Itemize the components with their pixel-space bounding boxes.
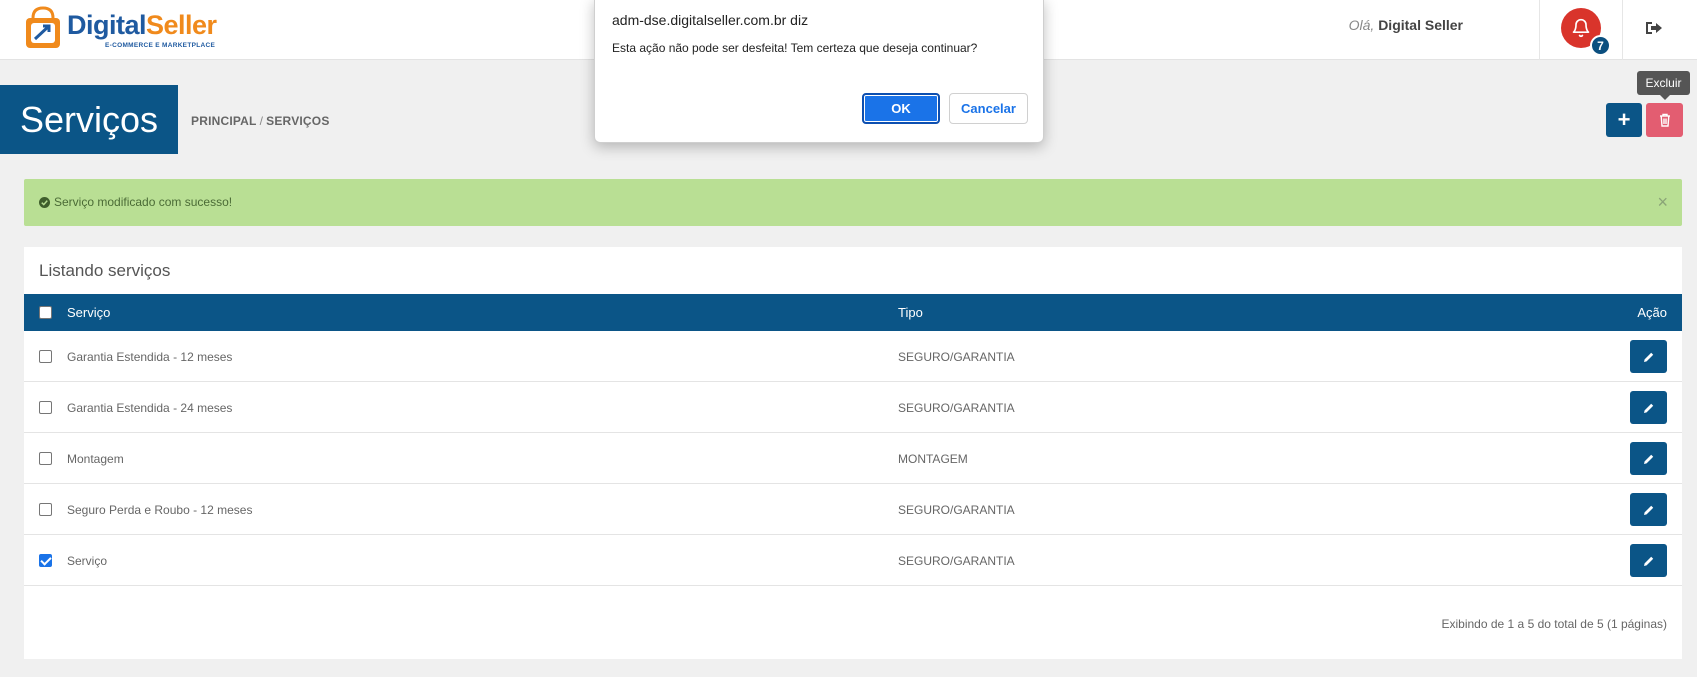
service-name: Serviço (67, 554, 108, 568)
row-checkbox[interactable] (39, 554, 52, 567)
header-divider (1539, 0, 1540, 60)
header-divider (1622, 0, 1623, 60)
dialog-cancel-button[interactable]: Cancelar (949, 93, 1028, 124)
table-row: Serviço SEGURO/GARANTIA (24, 535, 1682, 586)
service-name: Garantia Estendida - 24 meses (67, 401, 233, 415)
user-greeting: Olá, Digital Seller (1348, 17, 1463, 33)
logo-text: DigitalSeller (67, 10, 217, 40)
services-panel: Listando serviços Serviço Tipo Ação Gara… (24, 247, 1682, 659)
service-name: Seguro Perda e Roubo - 12 meses (67, 503, 253, 517)
add-service-button[interactable]: + (1606, 103, 1642, 137)
row-checkbox[interactable] (39, 452, 52, 465)
page-title: Serviços (0, 85, 178, 154)
row-checkbox[interactable] (39, 350, 52, 363)
pagination-info: Exibindo de 1 a 5 do total de 5 (1 págin… (1441, 617, 1668, 631)
breadcrumb: PRINCIPAL / SERVIÇOS (191, 114, 330, 128)
check-circle-icon (39, 196, 50, 208)
service-type: MONTAGEM (898, 452, 968, 466)
dialog-message: Esta ação não pode ser desfeita! Tem cer… (612, 41, 978, 55)
edit-button[interactable] (1630, 391, 1667, 424)
notification-count-badge: 7 (1590, 35, 1611, 56)
service-type: SEGURO/GARANTIA (898, 503, 1015, 517)
pencil-icon (1643, 556, 1653, 566)
pencil-icon (1643, 505, 1653, 515)
logout-icon (1646, 22, 1662, 34)
service-type: SEGURO/GARANTIA (898, 401, 1015, 415)
select-all-checkbox[interactable] (39, 306, 52, 319)
success-alert: Serviço modificado com sucesso! × (24, 179, 1682, 226)
pencil-icon (1643, 454, 1653, 464)
column-header-action: Ação (1637, 305, 1667, 320)
plus-icon: + (1617, 107, 1631, 132)
breadcrumb-current: SERVIÇOS (266, 114, 330, 128)
pencil-icon (1643, 403, 1653, 413)
breadcrumb-home[interactable]: PRINCIPAL (191, 114, 257, 128)
trash-icon (1659, 113, 1670, 127)
table-row: Garantia Estendida - 24 meses SEGURO/GAR… (24, 382, 1682, 433)
edit-button[interactable] (1630, 493, 1667, 526)
logout-button[interactable] (1643, 17, 1665, 39)
table-header: Serviço Tipo Ação (24, 294, 1682, 331)
panel-title: Listando serviços (39, 261, 171, 280)
table-row: Seguro Perda e Roubo - 12 meses SEGURO/G… (24, 484, 1682, 535)
delete-button[interactable] (1646, 103, 1683, 137)
dialog-ok-button[interactable]: OK (862, 93, 940, 124)
user-name: Digital Seller (1378, 17, 1463, 33)
bell-icon (1572, 18, 1590, 38)
dialog-title: adm-dse.digitalseller.com.br diz (612, 12, 809, 28)
service-name: Garantia Estendida - 12 meses (67, 350, 233, 364)
row-checkbox[interactable] (39, 401, 52, 414)
service-type: SEGURO/GARANTIA (898, 350, 1015, 364)
logo-bag-icon (26, 6, 60, 48)
edit-button[interactable] (1630, 442, 1667, 475)
logo-tagline: E-COMMERCE E MARKETPLACE (105, 42, 216, 49)
service-name: Montagem (67, 452, 124, 466)
column-header-service: Serviço (67, 305, 111, 320)
edit-button[interactable] (1630, 340, 1667, 373)
delete-tooltip: Excluir (1637, 71, 1690, 100)
confirm-dialog: adm-dse.digitalseller.com.br diz Esta aç… (594, 0, 1044, 143)
column-header-type: Tipo (898, 305, 923, 320)
logo[interactable]: DigitalSeller E-COMMERCE E MARKETPLACE (23, 6, 217, 52)
service-type: SEGURO/GARANTIA (898, 554, 1015, 568)
alert-close-button[interactable]: × (1657, 192, 1668, 213)
edit-button[interactable] (1630, 544, 1667, 577)
table-row: Montagem MONTAGEM (24, 433, 1682, 484)
pencil-icon (1643, 352, 1653, 362)
table-row: Garantia Estendida - 12 meses SEGURO/GAR… (24, 331, 1682, 382)
alert-message: Serviço modificado com sucesso! (54, 195, 233, 209)
row-checkbox[interactable] (39, 503, 52, 516)
